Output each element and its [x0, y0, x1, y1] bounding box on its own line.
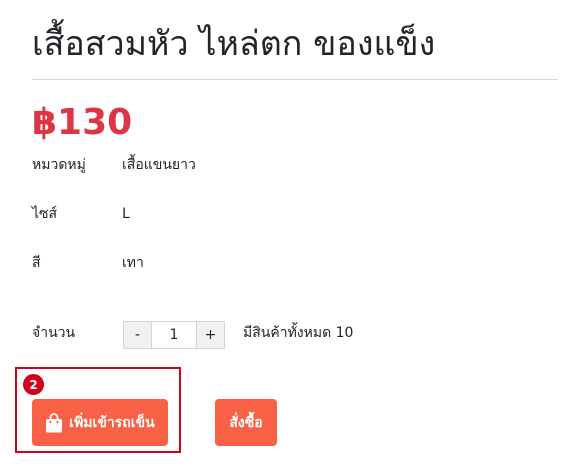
shopping-bag-icon — [45, 412, 63, 433]
decrement-button[interactable]: - — [123, 321, 152, 349]
order-button[interactable]: สั่งซื้อ — [215, 399, 277, 446]
annotation-badge: 2 — [23, 374, 44, 395]
product-price: ฿130 — [32, 102, 133, 143]
attribute-value: เสื้อแขนยาว — [122, 157, 196, 173]
stock-text: มีสินค้าทั้งหมด 10 — [243, 325, 354, 341]
increment-button[interactable]: + — [196, 321, 225, 349]
attribute-value: เทา — [122, 255, 144, 271]
quantity-input[interactable]: 1 — [152, 321, 196, 349]
attribute-label: หมวดหมู่ — [32, 157, 86, 173]
add-to-cart-label: เพิ่มเข้ารถเข็น — [69, 414, 155, 431]
attribute-value: L — [122, 206, 130, 222]
title-divider — [32, 79, 558, 80]
product-title: เสื้อสวมหัว ไหล่ตก ของแข็ง — [32, 24, 436, 64]
attribute-label: สี — [32, 255, 41, 271]
quantity-stepper: - 1 + — [123, 321, 225, 349]
add-to-cart-button[interactable]: เพิ่มเข้ารถเข็น — [32, 399, 168, 446]
attribute-label: ไซส์ — [32, 206, 58, 222]
quantity-label: จำนวน — [32, 325, 76, 341]
